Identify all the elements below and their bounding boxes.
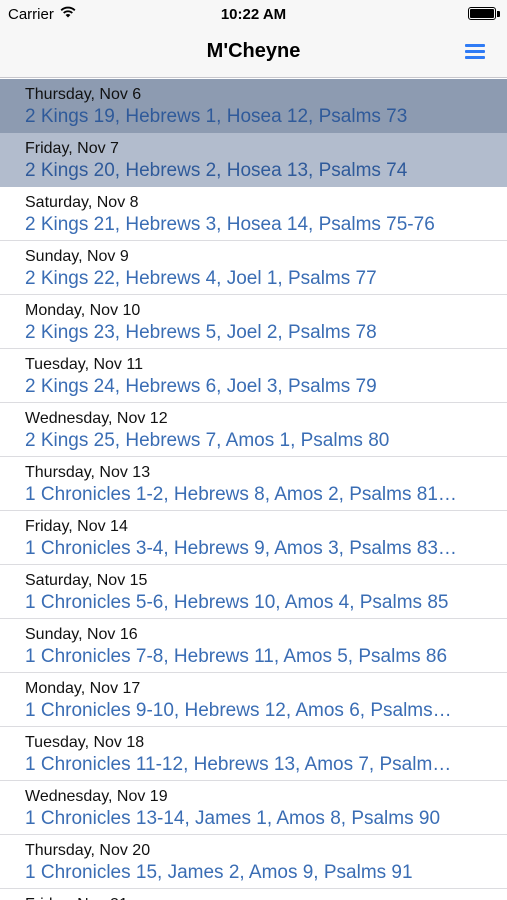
reading-date: Monday, Nov 17: [25, 680, 141, 697]
list-item[interactable]: Wednesday, Nov 12 2 Kings 25, Hebrews 7, …: [0, 403, 507, 457]
list-item[interactable]: Sunday, Nov 9 2 Kings 22, Hebrews 4, Joel…: [0, 241, 507, 295]
reading-references: 1 Chronicles 13-14, James 1, Amos 8, Psa…: [25, 808, 441, 829]
reading-date: Saturday, Nov 15: [25, 572, 148, 589]
list-item[interactable]: Monday, Nov 17 1 Chronicles 9-10, Hebrews…: [0, 673, 507, 727]
list-item[interactable]: Saturday, Nov 15 1 Chronicles 5-6, Hebrew…: [0, 565, 507, 619]
reading-references: 2 Kings 22, Hebrews 4, Joel 1, Psalms 77: [25, 268, 377, 289]
reading-references: 2 Kings 23, Hebrews 5, Joel 2, Psalms 78: [25, 322, 377, 343]
list-item[interactable]: Thursday, Nov 20 1 Chronicles 15, James 2…: [0, 835, 507, 889]
list-item[interactable]: Friday, Nov 21: [0, 889, 507, 900]
list-item[interactable]: Friday, Nov 7 2 Kings 20, Hebrews 2, Hose…: [0, 133, 507, 187]
reading-references: 1 Chronicles 1-2, Hebrews 8, Amos 2, Psa…: [25, 484, 457, 505]
reading-references: 2 Kings 25, Hebrews 7, Amos 1, Psalms 80: [25, 430, 390, 451]
battery-tip: [497, 11, 500, 17]
list-item[interactable]: Friday, Nov 14 1 Chronicles 3-4, Hebrews …: [0, 511, 507, 565]
reading-date: Thursday, Nov 6: [25, 86, 142, 103]
reading-date: Friday, Nov 21: [25, 896, 128, 900]
reading-date: Saturday, Nov 8: [25, 194, 139, 211]
reading-references: 1 Chronicles 15, James 2, Amos 9, Psalms…: [25, 862, 413, 883]
list-item[interactable]: Thursday, Nov 13 1 Chronicles 1-2, Hebrew…: [0, 457, 507, 511]
menu-icon[interactable]: [465, 42, 487, 62]
reading-references: 2 Kings 19, Hebrews 1, Hosea 12, Psalms …: [25, 106, 408, 127]
reading-references: 1 Chronicles 7-8, Hebrews 11, Amos 5, Ps…: [25, 646, 448, 667]
list-item[interactable]: Sunday, Nov 16 1 Chronicles 7-8, Hebrews …: [0, 619, 507, 673]
navigation-bar: M'Cheyne: [0, 28, 507, 78]
reading-references: 2 Kings 24, Hebrews 6, Joel 3, Psalms 79: [25, 376, 377, 397]
reading-references: 1 Chronicles 11-12, Hebrews 13, Amos 7, …: [25, 754, 452, 775]
reading-date: Wednesday, Nov 12: [25, 410, 168, 427]
reading-date: Thursday, Nov 13: [25, 464, 151, 481]
reading-date: Tuesday, Nov 11: [25, 356, 143, 373]
list-item[interactable]: Saturday, Nov 8 2 Kings 21, Hebrews 3, Ho…: [0, 187, 507, 241]
status-bar: Carrier 10:22 AM: [0, 0, 507, 28]
reading-references: 2 Kings 21, Hebrews 3, Hosea 14, Psalms …: [25, 214, 435, 235]
reading-date: Friday, Nov 7: [25, 140, 119, 157]
reading-date: Monday, Nov 10: [25, 302, 141, 319]
reading-references: 2 Kings 20, Hebrews 2, Hosea 13, Psalms …: [25, 160, 408, 181]
list-item[interactable]: Wednesday, Nov 19 1 Chronicles 13-14, Jam…: [0, 781, 507, 835]
battery-icon: [468, 7, 496, 20]
reading-references: 1 Chronicles 5-6, Hebrews 10, Amos 4, Ps…: [25, 592, 449, 613]
reading-date: Sunday, Nov 16: [25, 626, 138, 643]
reading-references: 1 Chronicles 3-4, Hebrews 9, Amos 3, Psa…: [25, 538, 457, 559]
reading-date: Sunday, Nov 9: [25, 248, 129, 265]
list-item[interactable]: Monday, Nov 10 2 Kings 23, Hebrews 5, Joe…: [0, 295, 507, 349]
reading-list: Thursday, Nov 6 2 Kings 19, Hebrews 1, Ho…: [0, 79, 507, 900]
reading-references: 1 Chronicles 9-10, Hebrews 12, Amos 6, P…: [25, 700, 452, 721]
list-item[interactable]: Tuesday, Nov 18 1 Chronicles 11-12, Hebre…: [0, 727, 507, 781]
list-item[interactable]: Thursday, Nov 6 2 Kings 19, Hebrews 1, Ho…: [0, 79, 507, 133]
app-screen: Carrier 10:22 AM M'Cheyne Thursday, Nov …: [0, 0, 507, 900]
reading-date: Friday, Nov 14: [25, 518, 128, 535]
reading-date: Thursday, Nov 20: [25, 842, 151, 859]
list-item[interactable]: Tuesday, Nov 11 2 Kings 24, Hebrews 6, Jo…: [0, 349, 507, 403]
page-title: M'Cheyne: [206, 40, 301, 62]
reading-date: Wednesday, Nov 19: [25, 788, 168, 805]
reading-date: Tuesday, Nov 18: [25, 734, 145, 751]
status-time: 10:22 AM: [220, 6, 287, 23]
